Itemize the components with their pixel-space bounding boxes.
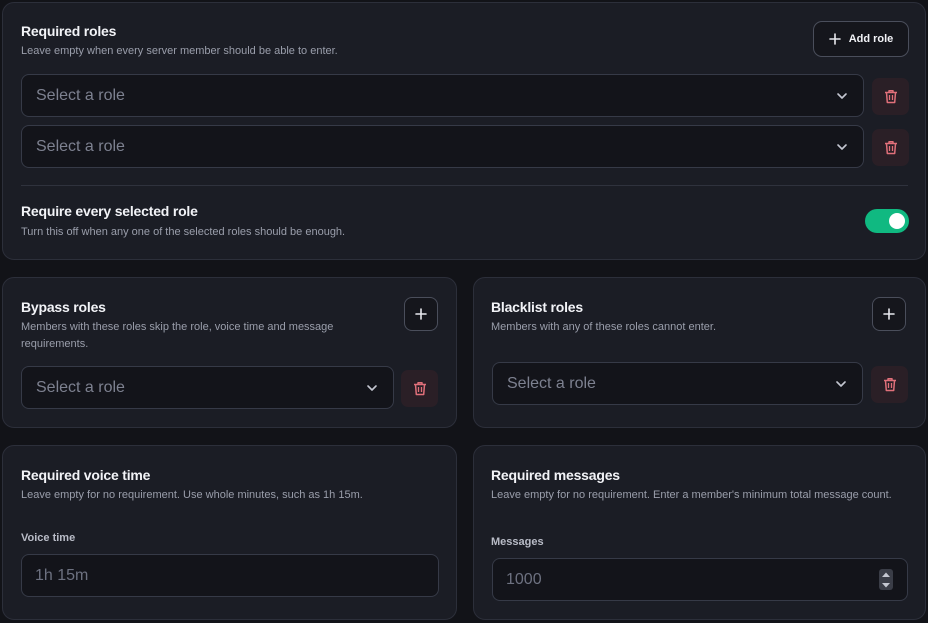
messages-label: Messages (491, 536, 544, 548)
number-spinner[interactable] (879, 569, 893, 590)
trash-icon (884, 141, 897, 155)
trash-icon (883, 378, 896, 392)
messages-card: Required messages Leave empty for no req… (473, 445, 926, 620)
spinner-down-icon (882, 583, 890, 588)
blacklist-role-select[interactable]: Select a role (492, 362, 863, 405)
plus-icon (883, 308, 895, 320)
bypass-roles-description: Members with these roles skip the role, … (21, 321, 334, 350)
voice-time-description: Leave empty for no requirement. Use whol… (21, 489, 363, 501)
chevron-down-icon (836, 381, 846, 387)
spinner-up-icon (882, 572, 890, 577)
required-roles-title: Required roles (21, 23, 117, 39)
trash-icon (413, 382, 426, 396)
add-role-button[interactable]: Add role (813, 21, 909, 57)
bypass-roles-card: Bypass roles Members with these roles sk… (2, 277, 457, 428)
blacklist-roles-description: Members with any of these roles cannot e… (491, 321, 717, 333)
plus-icon (415, 308, 427, 320)
chevron-down-icon (837, 93, 847, 99)
require-every-role-title: Require every selected role (21, 203, 198, 219)
plus-icon (828, 33, 841, 45)
bypass-roles-title: Bypass roles (21, 299, 106, 315)
remove-required-role-2-button[interactable] (872, 129, 909, 166)
require-every-role-description: Turn this off when any one of the select… (21, 226, 346, 238)
select-placeholder: Select a role (36, 87, 125, 104)
remove-bypass-role-button[interactable] (401, 370, 438, 407)
chevron-down-icon (367, 385, 377, 391)
messages-placeholder: 1000 (506, 571, 542, 588)
trash-icon (884, 90, 897, 104)
remove-required-role-1-button[interactable] (872, 78, 909, 115)
blacklist-roles-card: Blacklist roles Members with any of thes… (473, 277, 926, 428)
add-blacklist-role-button[interactable] (872, 297, 906, 331)
voice-time-card: Required voice time Leave empty for no r… (2, 445, 457, 620)
remove-blacklist-role-button[interactable] (871, 366, 908, 403)
required-roles-card: Required roles Leave empty when every se… (2, 2, 926, 260)
blacklist-roles-title: Blacklist roles (491, 299, 583, 315)
bypass-role-select[interactable]: Select a role (21, 366, 394, 409)
voice-time-placeholder: 1h 15m (35, 567, 89, 584)
voice-time-input[interactable]: 1h 15m (21, 554, 439, 597)
select-placeholder: Select a role (36, 138, 125, 155)
required-role-select-2[interactable]: Select a role (21, 125, 864, 168)
voice-time-label: Voice time (21, 532, 76, 544)
messages-input[interactable]: 1000 (492, 558, 908, 601)
select-placeholder: Select a role (507, 375, 596, 392)
add-bypass-role-button[interactable] (404, 297, 438, 331)
voice-time-title: Required voice time (21, 467, 151, 483)
divider (21, 185, 908, 186)
select-placeholder: Select a role (36, 379, 125, 396)
messages-description: Leave empty for no requirement. Enter a … (491, 489, 892, 501)
require-every-role-toggle[interactable] (865, 209, 909, 233)
required-role-select-1[interactable]: Select a role (21, 74, 864, 117)
add-role-label: Add role (848, 33, 894, 45)
required-roles-description: Leave empty when every server member sho… (21, 45, 338, 57)
toggle-knob (889, 213, 905, 229)
messages-title: Required messages (491, 467, 620, 483)
chevron-down-icon (837, 144, 847, 150)
